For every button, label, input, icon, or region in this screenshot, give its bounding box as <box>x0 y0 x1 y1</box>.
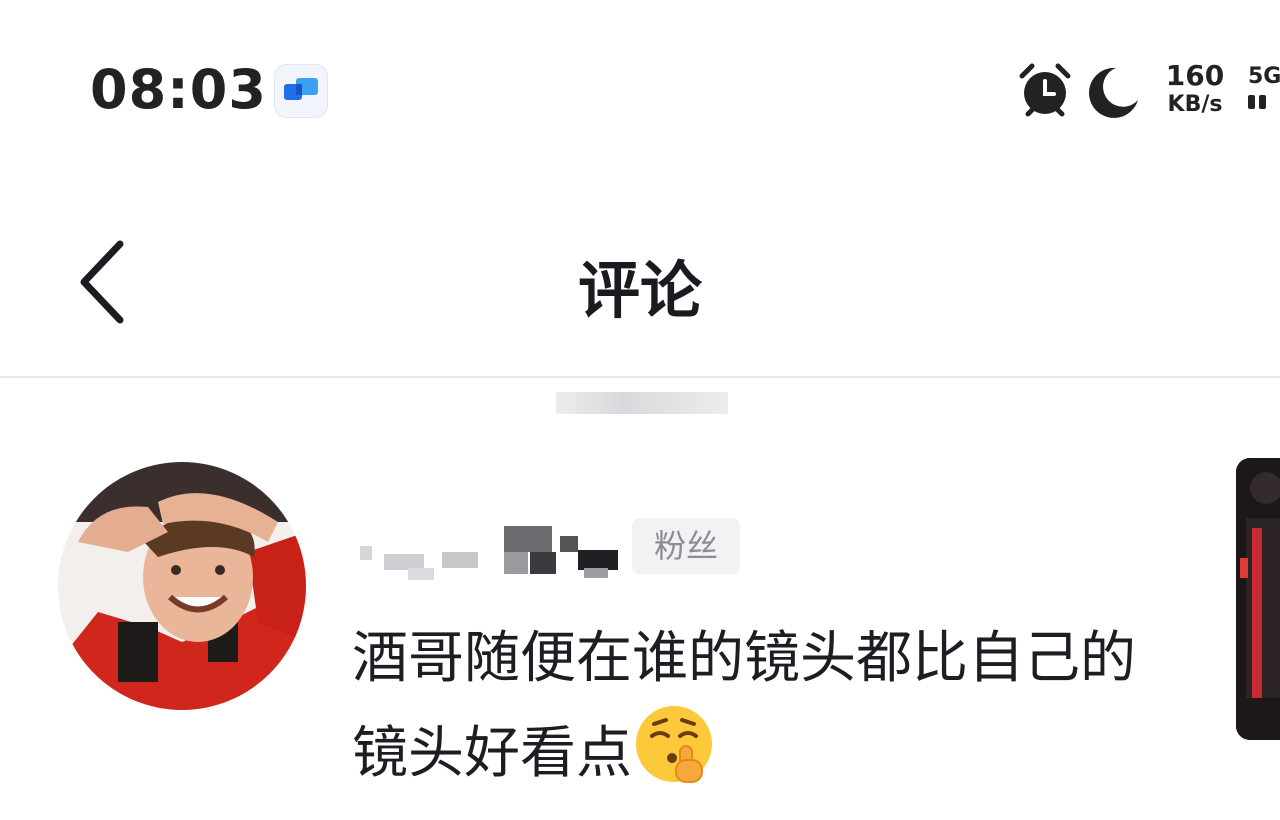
alarm-icon <box>1016 62 1074 120</box>
comment-item: 粉丝 酒哥随便在谁的镜头都比自己的镜头好看点 <box>0 378 1280 820</box>
network-type: 5G <box>1248 64 1280 89</box>
network-speed-unit: KB/s <box>1167 92 1223 117</box>
avatar[interactable] <box>58 462 306 710</box>
username-obscured[interactable] <box>356 524 628 584</box>
comment-text: 酒哥随便在谁的镜头都比自己的镜头好看点 <box>352 616 1172 797</box>
fan-badge: 粉丝 <box>632 518 741 574</box>
status-bar: 08:03 160 KB/s 5G <box>0 0 1280 180</box>
signal-icon: 5G <box>1248 64 1280 109</box>
chat-app-icon <box>274 64 328 118</box>
status-clock: 08:03 <box>90 58 267 121</box>
signal-bars <box>1248 95 1280 109</box>
network-speed: 160 KB/s <box>1160 62 1230 116</box>
shushing-face-icon <box>632 702 716 786</box>
blurred-overlay <box>556 392 728 414</box>
comment-body: 酒哥随便在谁的镜头都比自己的镜头好看点 <box>352 626 1136 786</box>
header-bar: 评论 <box>0 180 1280 378</box>
moon-icon <box>1082 64 1140 120</box>
network-speed-value: 160 <box>1165 59 1225 92</box>
page-title: 评论 <box>577 254 702 327</box>
post-thumbnail[interactable] <box>1236 458 1280 740</box>
